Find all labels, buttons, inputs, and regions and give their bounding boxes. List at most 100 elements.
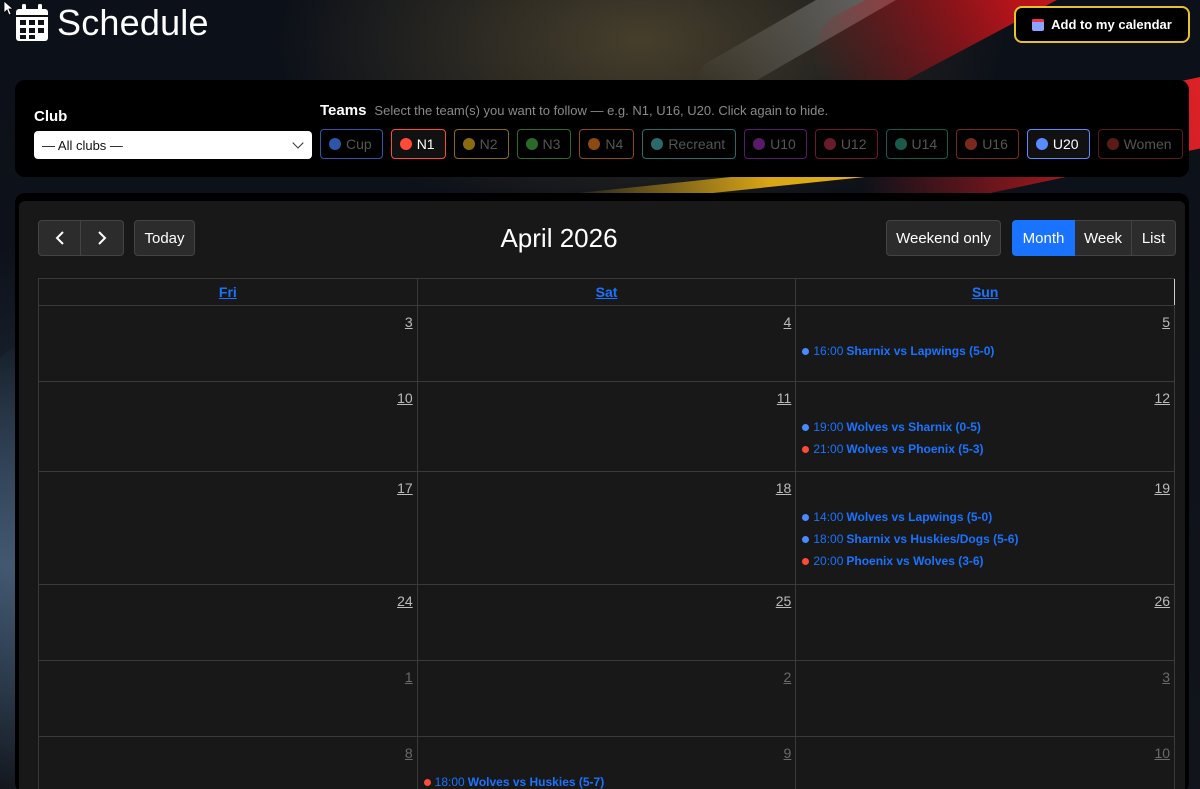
- day-number-link[interactable]: 17: [397, 480, 413, 496]
- event-title: Wolves vs Phoenix (5-3): [846, 442, 984, 456]
- day-number-link[interactable]: 24: [397, 593, 413, 609]
- day-cell[interactable]: 26: [795, 585, 1176, 660]
- team-color-dot-icon: [651, 138, 664, 150]
- day-cell[interactable]: 9 18:00 Wolves vs Huskies (5-7): [416, 737, 796, 789]
- next-month-button[interactable]: [81, 220, 124, 256]
- week-row: 3 4 5 16:00 Sharnix vs Lapwings (5-0): [38, 306, 1176, 382]
- event-dot-icon: [802, 347, 810, 355]
- day-number-link[interactable]: 1: [405, 669, 413, 685]
- calendar-nav: [38, 220, 124, 256]
- calendar-event[interactable]: 14:00 Wolves vs Lapwings (5-0): [802, 506, 1170, 528]
- club-label: Club: [34, 108, 68, 125]
- today-button[interactable]: Today: [134, 220, 195, 256]
- day-header-sat[interactable]: Sat: [416, 279, 796, 305]
- teams-label: Teams: [320, 102, 367, 119]
- month-grid: Fri Sat Sun 3 4 5 16:00 Sharnix vs Lapwings (5…: [38, 278, 1176, 789]
- team-chip-n2[interactable]: N2: [453, 129, 509, 159]
- team-color-dot-icon: [462, 138, 475, 150]
- day-number-link[interactable]: 10: [1154, 745, 1170, 761]
- calendar-event[interactable]: 19:00 Wolves vs Sharnix (0-5): [802, 416, 1170, 438]
- team-chip-label: U14: [911, 136, 938, 152]
- day-cell[interactable]: 24: [38, 585, 417, 660]
- day-cell[interactable]: 3: [38, 306, 417, 381]
- team-chip-label: U10: [770, 136, 796, 152]
- day-number-link[interactable]: 12: [1154, 390, 1170, 406]
- day-cell[interactable]: 11: [416, 382, 796, 471]
- day-cell[interactable]: 3: [795, 661, 1176, 736]
- team-chip-u20[interactable]: U20: [1026, 129, 1090, 159]
- club-select[interactable]: — All clubs —: [34, 131, 312, 159]
- team-chip-label: U12: [840, 136, 867, 152]
- day-cell[interactable]: 5 16:00 Sharnix vs Lapwings (5-0): [795, 306, 1176, 381]
- day-cell[interactable]: 10: [38, 382, 417, 471]
- team-chip-label: N3: [542, 136, 561, 152]
- event-title: Wolves vs Sharnix (0-5): [846, 420, 981, 434]
- day-header-row: Fri Sat Sun: [38, 278, 1176, 306]
- team-chip-cup[interactable]: Cup: [320, 129, 383, 159]
- calendar-small-icon: [1032, 18, 1045, 31]
- calendar-event[interactable]: 18:00 Sharnix vs Huskies/Dogs (5-6): [802, 528, 1170, 550]
- day-cell[interactable]: 25: [416, 585, 796, 660]
- event-dot-icon: [802, 535, 810, 543]
- day-header-sun[interactable]: Sun: [795, 279, 1176, 305]
- event-time: 16:00: [813, 344, 844, 358]
- team-chip-recreant[interactable]: Recreant: [642, 129, 737, 159]
- day-cell[interactable]: 1: [38, 661, 417, 736]
- team-chip-women[interactable]: Women: [1097, 129, 1183, 159]
- team-color-dot-icon: [399, 138, 412, 150]
- day-number-link[interactable]: 4: [784, 314, 792, 330]
- team-chip-u14[interactable]: U14: [885, 129, 949, 159]
- day-number-link[interactable]: 19: [1154, 480, 1170, 496]
- day-number-link[interactable]: 11: [777, 390, 792, 406]
- view-list-button[interactable]: List: [1132, 220, 1176, 256]
- team-chip-u12[interactable]: U12: [814, 129, 878, 159]
- day-number-link[interactable]: 5: [1162, 314, 1170, 330]
- day-number-link[interactable]: 3: [405, 314, 413, 330]
- team-color-dot-icon: [588, 138, 601, 150]
- calendar-event[interactable]: 18:00 Wolves vs Huskies (5-7): [423, 771, 792, 789]
- event-dot-icon: [802, 445, 810, 453]
- day-number-link[interactable]: 18: [776, 480, 792, 496]
- day-cell[interactable]: 2: [416, 661, 796, 736]
- event-time: 19:00: [813, 420, 844, 434]
- team-chip-label: N4: [605, 136, 624, 152]
- week-row: 10 11 12 19:00 Wolves vs Sharnix (0-5) 21:00 W…: [38, 382, 1176, 472]
- team-chip-n3[interactable]: N3: [516, 129, 572, 159]
- day-number-link[interactable]: 3: [1162, 669, 1170, 685]
- day-number-link[interactable]: 26: [1154, 593, 1170, 609]
- day-number-link[interactable]: 10: [397, 390, 413, 406]
- day-cell[interactable]: 17: [38, 472, 417, 584]
- day-cell[interactable]: 10: [795, 737, 1176, 789]
- add-to-calendar-button[interactable]: Add to my calendar: [1014, 6, 1190, 43]
- calendar-event[interactable]: 16:00 Sharnix vs Lapwings (5-0): [802, 340, 1170, 362]
- day-cell[interactable]: 4: [416, 306, 796, 381]
- day-number-link[interactable]: 2: [784, 669, 792, 685]
- team-chip-u10[interactable]: U10: [744, 129, 807, 159]
- team-chip-u16[interactable]: U16: [956, 129, 1019, 159]
- team-chip-n4[interactable]: N4: [579, 129, 635, 159]
- team-chip-n1[interactable]: N1: [390, 129, 446, 159]
- view-month-button[interactable]: Month: [1012, 220, 1075, 256]
- prev-month-button[interactable]: [38, 220, 81, 256]
- team-chip-label: Recreant: [668, 136, 726, 152]
- event-title: Sharnix vs Lapwings (5-0): [846, 344, 995, 358]
- day-number-link[interactable]: 25: [776, 593, 792, 609]
- day-cell[interactable]: 18: [416, 472, 796, 584]
- event-time: 18:00: [434, 775, 465, 789]
- teams-heading: Teams Select the team(s) you want to fol…: [320, 102, 828, 119]
- weekend-only-button[interactable]: Weekend only: [886, 220, 1001, 256]
- day-cell[interactable]: 12 19:00 Wolves vs Sharnix (0-5) 21:00 Wolve…: [795, 382, 1176, 471]
- team-chip-label: Cup: [346, 136, 372, 152]
- day-number-link[interactable]: 8: [405, 745, 413, 761]
- event-dot-icon: [802, 423, 810, 431]
- view-switcher: Month Week List: [1012, 220, 1176, 256]
- event-title: Wolves vs Huskies (5-7): [467, 775, 605, 789]
- calendar-event[interactable]: 21:00 Wolves vs Phoenix (5-3): [802, 438, 1170, 460]
- day-header-fri[interactable]: Fri: [38, 279, 417, 305]
- event-time: 18:00: [813, 532, 844, 546]
- calendar-event[interactable]: 20:00 Phoenix vs Wolves (3-6): [802, 550, 1170, 572]
- day-number-link[interactable]: 9: [784, 745, 792, 761]
- view-week-button[interactable]: Week: [1075, 220, 1132, 256]
- day-cell[interactable]: 19 14:00 Wolves vs Lapwings (5-0) 18:00 Shar…: [795, 472, 1176, 584]
- day-cell[interactable]: 8: [38, 737, 417, 789]
